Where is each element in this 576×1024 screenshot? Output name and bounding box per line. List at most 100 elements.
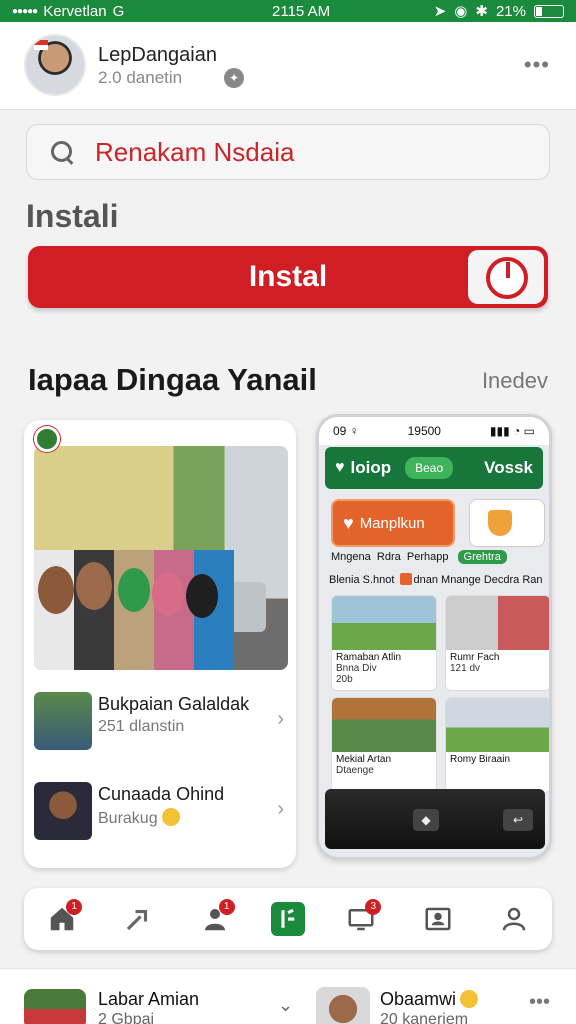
carrier-name: Kervetlan — [43, 2, 107, 20]
phone-main-button[interactable]: ♥ Manplkun — [331, 499, 455, 547]
see-more-link[interactable]: Inedev — [482, 368, 548, 394]
car-dashboard-image: ◆ ↩ — [325, 789, 545, 849]
list-item-subtitle-row: Burakug — [98, 808, 180, 828]
nav-share[interactable] — [118, 899, 158, 939]
alarm-icon: ◉ — [454, 3, 468, 20]
list-item-title: Bukpaian Galaldak — [98, 694, 250, 714]
phone-status-time: 19500 — [407, 424, 441, 438]
tile-image — [446, 698, 549, 752]
contact-subtitle: 20 kanerjem — [380, 1011, 469, 1024]
tile-title: Ramaban Atlin — [336, 652, 402, 663]
tile-image — [332, 698, 436, 752]
search-icon — [49, 139, 75, 165]
filter-label: dnan Mnange Decdra — [413, 574, 520, 586]
feed-card[interactable]: Bukpaian Galaldak 251 dlanstin › Cunaada… — [24, 420, 296, 868]
nav-badge: 1 — [218, 899, 235, 915]
network-type: G — [112, 2, 125, 20]
share-arrow-icon — [127, 909, 148, 931]
search-bar[interactable]: Renakam Nsdaia — [26, 124, 550, 180]
active-tab-icon — [281, 908, 295, 928]
dashboard-button[interactable]: ◆ — [413, 809, 439, 831]
phone-nav-title: loiop — [350, 458, 392, 477]
power-icon — [468, 250, 544, 304]
list-item[interactable]: Bukpaian Galaldak 251 dlanstin › — [34, 692, 288, 752]
emoji-icon — [460, 990, 479, 1008]
phone-tile[interactable]: Ramaban Atlin Bnna Div 20b — [331, 595, 437, 691]
dashboard-button[interactable]: ↩ — [503, 809, 533, 831]
contact-name-text: Obaamwi — [380, 989, 457, 1009]
location-icon: ➤ — [433, 3, 447, 20]
profile-subtitle: 2.0 danetin — [98, 68, 183, 87]
avatar[interactable] — [316, 987, 370, 1024]
nav-home[interactable]: 1 — [42, 899, 83, 939]
crest-icon — [469, 499, 545, 547]
phone-preview[interactable]: 09 ♀ 19500 ▮▮▮ ◔ ▭ ♥ loiop Beao Vossk ♥ … — [316, 414, 552, 860]
tile-title: Romy Biraain — [450, 754, 511, 765]
install-button-label: Instal — [248, 260, 328, 293]
id-card-icon — [425, 907, 451, 931]
list-thumbnail — [34, 782, 92, 840]
phone-tile[interactable]: Romy Biraain — [445, 697, 549, 793]
heart-icon: ♥ — [335, 459, 345, 476]
category-label: Mngena — [331, 551, 371, 563]
contact-name: Labar Amian — [98, 989, 200, 1009]
nav-monitor[interactable]: 3 — [341, 899, 382, 939]
phone-main-button-label: Manplkun — [359, 514, 425, 532]
category-label: Rdra — [376, 551, 401, 563]
nav-profile[interactable] — [494, 899, 534, 939]
search-input[interactable]: Renakam Nsdaia — [95, 137, 294, 168]
phone-signal-icon: ▮▮▮ ◔ ▭ — [489, 424, 535, 438]
phone-status-bar: 09 ♀ 19500 ▮▮▮ ◔ ▭ — [319, 417, 549, 445]
battery-percent: 21% — [495, 2, 526, 20]
verified-icon: ✦ — [224, 68, 244, 88]
tile-meta: 121 dv — [450, 663, 481, 674]
more-options-button[interactable]: ••• — [524, 52, 550, 78]
phone-status-left: 09 ♀ — [333, 424, 359, 438]
tile-subtitle: Dtaenge — [336, 765, 374, 776]
category-badge: Grehtra — [457, 550, 507, 564]
filter-label: Blenia S.hnot — [329, 574, 395, 586]
emoji-icon — [161, 808, 180, 826]
phone-tile[interactable]: Rumr Fach 121 dv — [445, 595, 549, 691]
people-image — [34, 550, 234, 670]
chevron-down-icon[interactable]: ⌄ — [278, 995, 293, 1016]
phone-nav-chip[interactable]: Beao — [405, 457, 454, 479]
phone-nav-right: Vossk — [484, 458, 533, 477]
party-logo-icon — [34, 426, 60, 452]
bottom-nav: 1 1 3 — [24, 888, 552, 950]
list-thumbnail — [34, 692, 92, 750]
section-title: Iapaa Dingaa Yanail — [28, 362, 317, 397]
tile-title: Rumr Fach — [450, 652, 500, 663]
chevron-right-icon: › — [277, 798, 284, 820]
filter-label: Ran — [522, 574, 543, 586]
status-bar: ●●●●● Kervetlan G 2115 AM ➤ ◉ ✱ 21% — [0, 0, 576, 22]
nav-badge: 3 — [365, 899, 382, 915]
nav-person[interactable]: 1 — [195, 899, 235, 939]
list-item-subtitle: Burakug — [98, 810, 158, 827]
avatar[interactable] — [24, 34, 86, 96]
list-item[interactable]: Cunaada Ohind Burakug › — [34, 782, 288, 842]
tile-meta: 20b — [336, 674, 353, 685]
bluetooth-icon: ✱ — [475, 3, 488, 20]
phone-tile[interactable]: Mekial Artan Dtaenge — [331, 697, 437, 793]
status-time: 2115 AM — [272, 2, 331, 20]
list-item-title: Cunaada Ohind — [98, 784, 225, 804]
phone-nav-bar: ♥ loiop Beao Vossk — [325, 447, 543, 489]
nav-id-card[interactable] — [418, 899, 458, 939]
tile-title: Mekial Artan — [336, 754, 392, 765]
avatar[interactable] — [24, 989, 86, 1024]
battery-icon — [534, 4, 564, 18]
install-button[interactable]: Instal — [28, 246, 548, 308]
feed-photo[interactable] — [34, 446, 288, 670]
nav-active-tab[interactable] — [270, 902, 305, 936]
bottom-strip: Labar Amian 2 Gbpai ⌄ Obaamwi 20 kanerje… — [0, 968, 576, 1024]
profile-header: LepDangaian 2.0 danetin ✦ ••• — [0, 22, 576, 110]
install-section-label: Instali — [26, 198, 119, 234]
tile-subtitle: Bnna Div — [336, 663, 377, 674]
category-label: Perhapp — [406, 551, 449, 563]
list-item-subtitle: 251 dlanstin — [98, 718, 185, 735]
signal-dots-icon: ●●●●● — [12, 5, 38, 17]
filter-icon — [399, 573, 412, 585]
tile-image — [446, 596, 549, 650]
more-options-button[interactable]: ••• — [529, 991, 550, 1014]
